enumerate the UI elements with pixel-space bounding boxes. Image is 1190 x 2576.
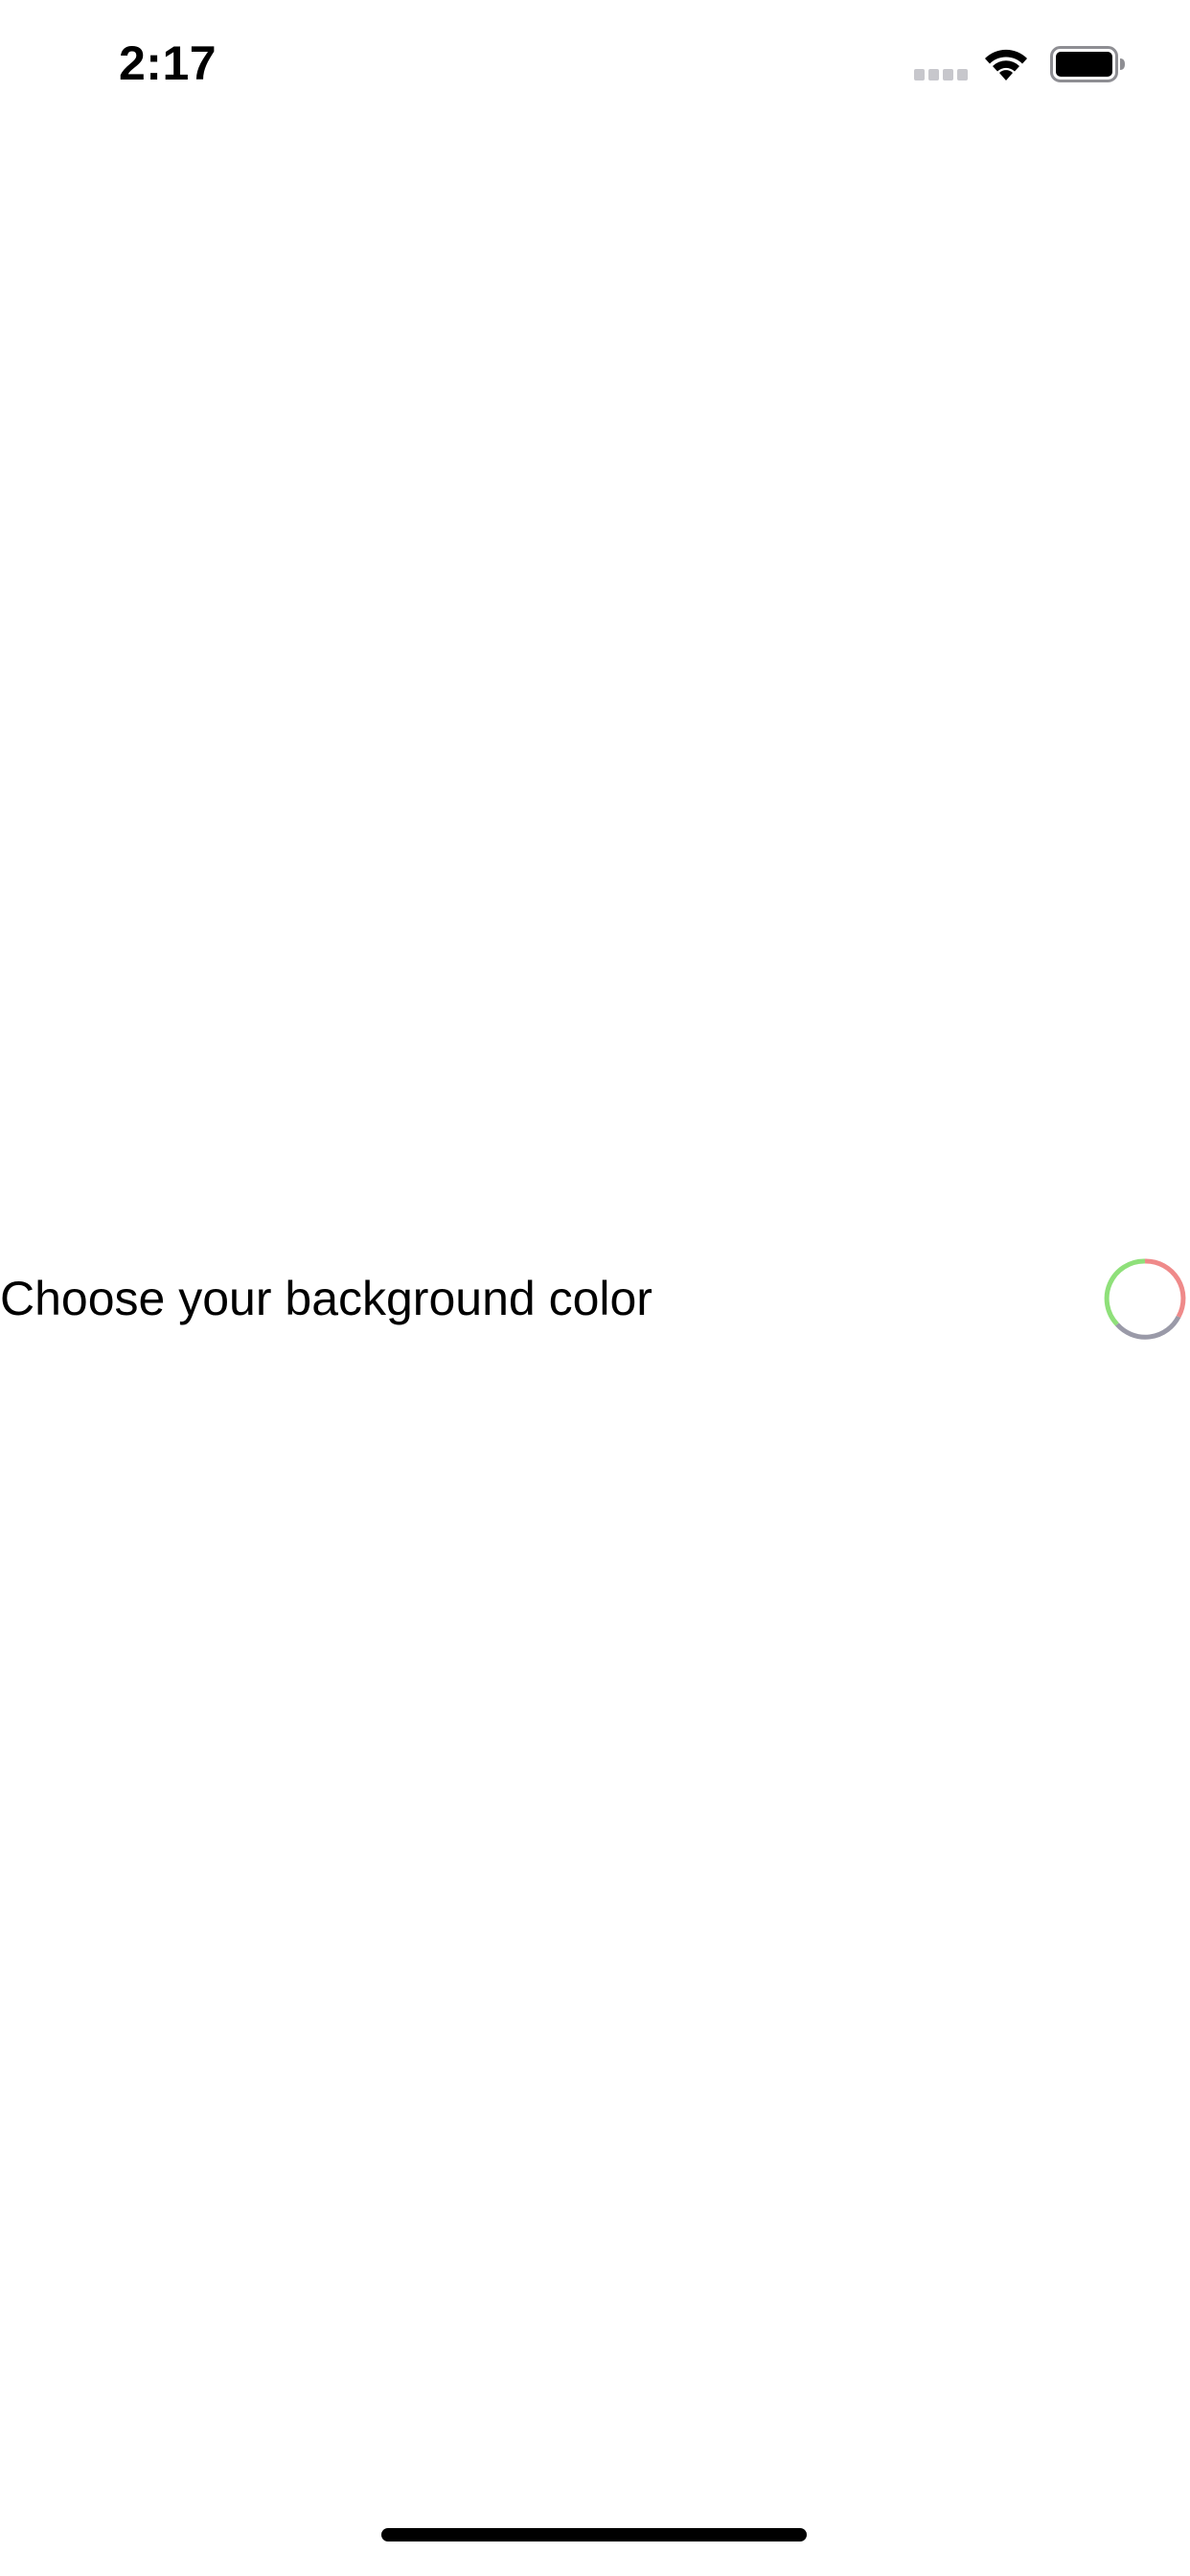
battery-icon: [1050, 46, 1125, 82]
status-time: 2:17: [119, 36, 217, 90]
wifi-icon: [985, 49, 1027, 80]
home-indicator[interactable]: [381, 2528, 807, 2542]
background-color-row: Choose your background color: [0, 1257, 1190, 1340]
background-color-label: Choose your background color: [0, 1272, 652, 1325]
status-bar: 2:17: [0, 0, 1190, 126]
cellular-signal-icon: [914, 69, 968, 80]
color-well-button[interactable]: [1104, 1257, 1186, 1340]
color-well-icon: [1104, 1258, 1186, 1340]
